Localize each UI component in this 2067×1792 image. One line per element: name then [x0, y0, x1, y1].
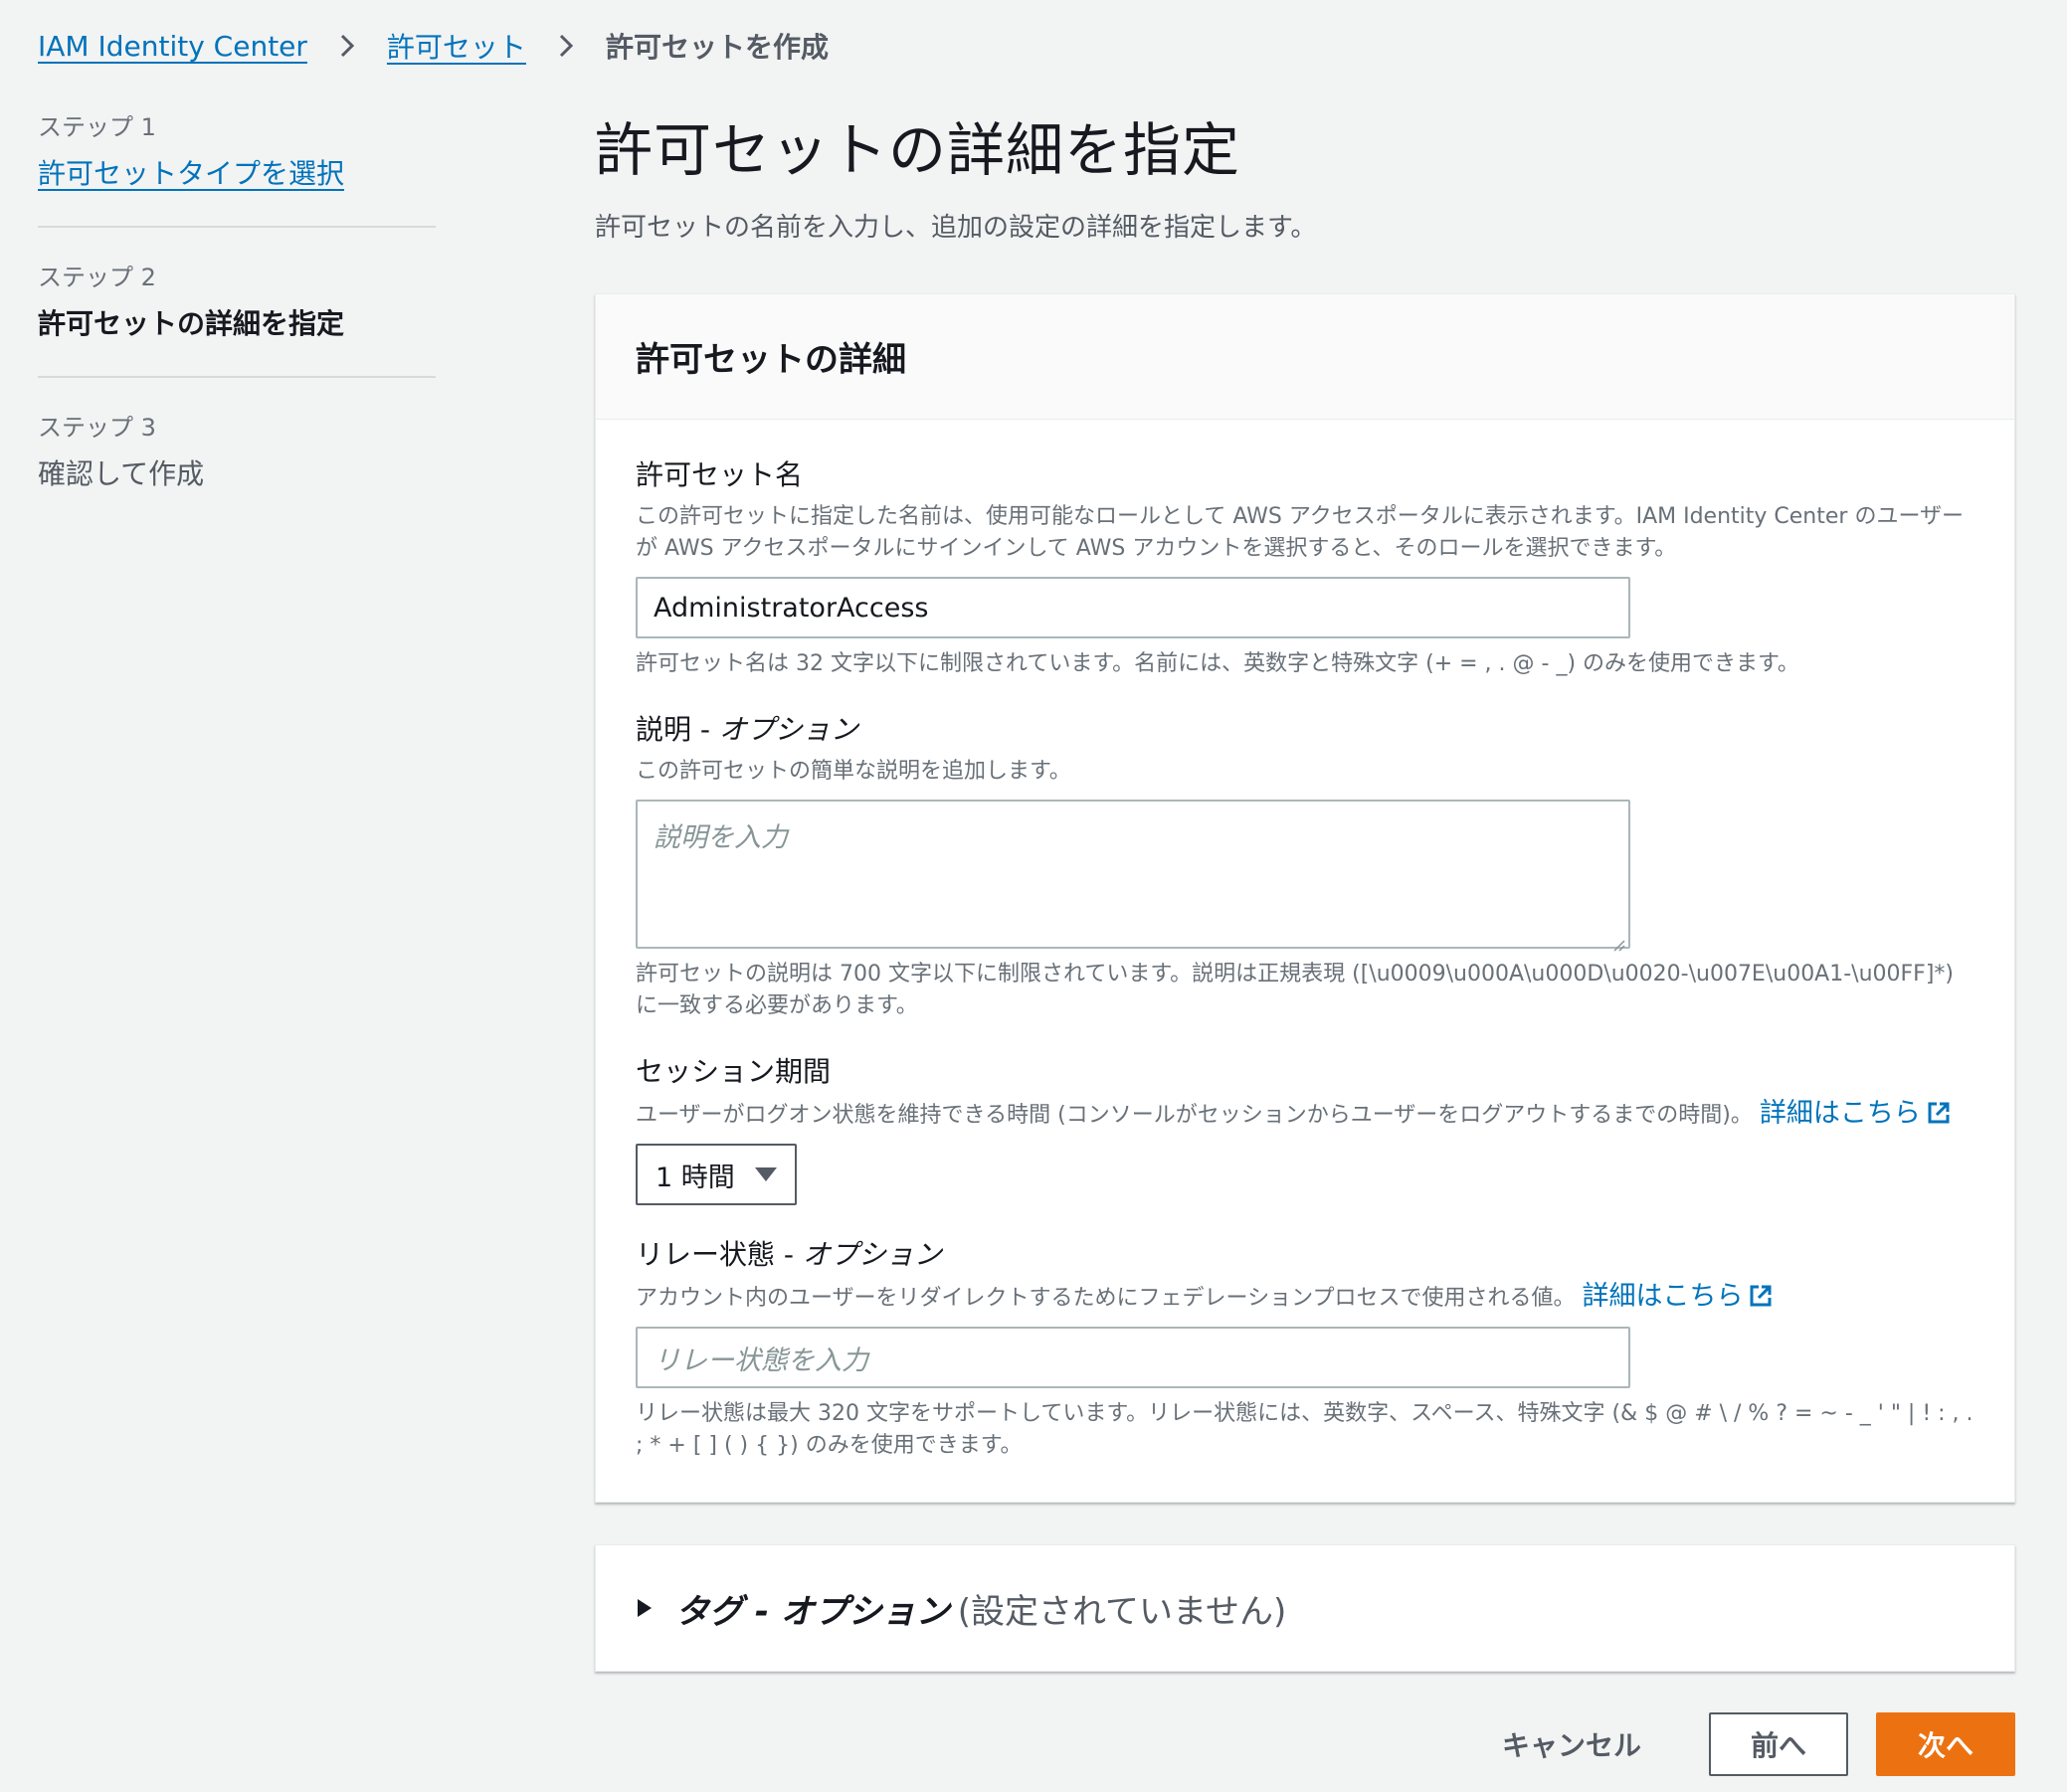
next-button[interactable]: 次へ	[1876, 1712, 2015, 1776]
caret-right-icon	[636, 1597, 654, 1619]
description-text: アカウント内のユーザーをリダイレクトするためにフェデレーションプロセスで使用され…	[636, 1286, 1576, 1311]
wizard-step-1: ステップ 1 許可セットタイプを選択	[38, 107, 436, 228]
field-description: この許可セットの簡単な説明を追加します。	[636, 759, 1071, 784]
panel-header: 許可セットの詳細	[596, 294, 2014, 420]
permission-set-details-panel: 許可セットの詳細 許可セット名 この許可セットに指定した名前は、使用可能なロール…	[595, 293, 2015, 1503]
description-text: ユーザーがログオン状態を維持できる時間 (コンソールがセッションからユーザーをロ…	[636, 1103, 1753, 1128]
field-description: この許可セットに指定した名前は、使用可能なロールとして AWS アクセスポータル…	[636, 504, 1965, 561]
field-description: ユーザーがログオン状態を維持できる時間 (コンソールがセッションからユーザーをロ…	[636, 1098, 1974, 1132]
caret-down-icon	[755, 1167, 777, 1181]
permission-set-name-input[interactable]: AdministratorAccess	[636, 577, 1630, 638]
step-number: ステップ 3	[38, 414, 156, 442]
breadcrumb-current: 許可セットを作成	[605, 31, 829, 64]
step-label-current: 許可セットの詳細を指定	[38, 307, 345, 340]
field-constraint: 許可セット名は 32 文字以下に制限されています。名前には、英数字と特殊文字 (…	[636, 651, 1799, 676]
chevron-right-icon	[552, 32, 580, 60]
tags-title: タグ - オプション	[675, 1591, 950, 1632]
optional-label: オプション	[718, 713, 858, 746]
wizard-steps: ステップ 1 許可セットタイプを選択 ステップ 2 許可セットの詳細を指定 ステ…	[38, 107, 436, 556]
session-learn-more-link[interactable]: 詳細はこちら	[1760, 1098, 1953, 1129]
cancel-button[interactable]: キャンセル	[1462, 1724, 1681, 1764]
page-title: 許可セットの詳細を指定	[595, 116, 1241, 184]
breadcrumb: IAM Identity Center 許可セット 許可セットを作成	[38, 26, 829, 66]
field-constraint: 許可セットの説明は 700 文字以下に制限されています。説明は正規表現 ([\u…	[636, 962, 1954, 1018]
step-label-review: 確認して作成	[38, 457, 205, 490]
tags-status: (設定されていません)	[957, 1591, 1287, 1632]
session-duration-select[interactable]: 1 時間	[636, 1144, 797, 1205]
textarea-placeholder: 説明を入力	[654, 822, 788, 853]
field-label: 許可セット名	[636, 458, 804, 491]
selected-value: 1 時間	[656, 1162, 735, 1193]
field-constraint: リレー状態は最大 320 文字をサポートしています。リレー状態には、英数字、スペ…	[636, 1401, 1973, 1458]
wizard-step-3: ステップ 3 確認して作成	[38, 408, 436, 526]
field-label: 説明 - オプション	[636, 708, 1974, 748]
breadcrumb-permission-sets[interactable]: 許可セット	[387, 26, 526, 66]
panel-body: 許可セット名 この許可セットに指定した名前は、使用可能なロールとして AWS ア…	[596, 420, 2014, 1502]
tags-expandable-section[interactable]: タグ - オプション (設定されていません)	[595, 1544, 2015, 1672]
page-description: 許可セットの名前を入力し、追加の設定の詳細を指定します。	[595, 213, 1317, 243]
previous-button[interactable]: 前へ	[1709, 1712, 1848, 1776]
field-permission-set-name: 許可セット名 この許可セットに指定した名前は、使用可能なロールとして AWS ア…	[636, 453, 1974, 680]
external-link-icon	[1747, 1282, 1775, 1310]
link-text: 詳細はこちら	[1759, 1098, 1921, 1129]
link-text: 詳細はこちら	[1582, 1281, 1744, 1312]
field-label: セッション期間	[636, 1055, 832, 1088]
field-description-optional: 説明 - オプション この許可セットの簡単な説明を追加します。 説明を入力 許可…	[636, 708, 1974, 1022]
field-description: アカウント内のユーザーをリダイレクトするためにフェデレーションプロセスで使用され…	[636, 1281, 1974, 1315]
external-link-icon	[1925, 1099, 1953, 1127]
description-textarea[interactable]: 説明を入力	[636, 800, 1630, 952]
step-link-select-type[interactable]: 許可セットタイプを選択	[38, 152, 436, 192]
relay-learn-more-link[interactable]: 詳細はこちら	[1582, 1281, 1775, 1312]
field-session-duration: セッション期間 ユーザーがログオン状態を維持できる時間 (コンソールがセッション…	[636, 1050, 1974, 1205]
label-text: リレー状態 -	[636, 1238, 803, 1271]
label-text: 説明 -	[636, 713, 719, 746]
resize-handle-icon[interactable]	[1610, 929, 1626, 952]
field-relay-state: リレー状態 - オプション アカウント内のユーザーをリダイレクトするためにフェデ…	[636, 1233, 1974, 1462]
field-label: リレー状態 - オプション	[636, 1233, 1974, 1273]
wizard-actions: キャンセル 前へ 次へ	[1462, 1712, 2015, 1776]
breadcrumb-iam-identity-center[interactable]: IAM Identity Center	[38, 30, 307, 63]
step-number: ステップ 2	[38, 264, 156, 291]
step-number: ステップ 1	[38, 113, 156, 141]
main-content: 許可セットの詳細を指定 許可セットの名前を入力し、追加の設定の詳細を指定します。…	[595, 103, 2015, 1672]
relay-state-input[interactable]: リレー状態を入力	[636, 1327, 1630, 1388]
optional-label: オプション	[802, 1238, 942, 1271]
chevron-right-icon	[333, 32, 361, 60]
wizard-step-2: ステップ 2 許可セットの詳細を指定	[38, 258, 436, 378]
